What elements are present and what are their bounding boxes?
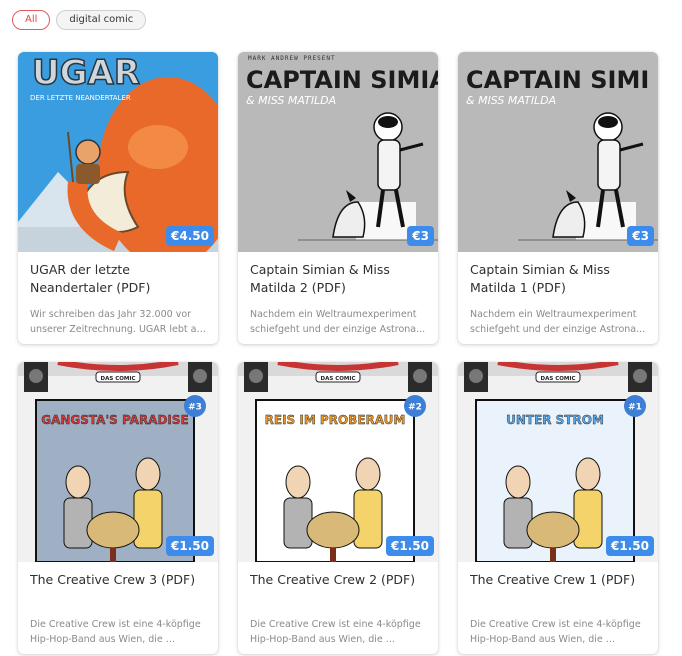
comic-cover-art: DAS COMIC #1 UNTER STROM — [458, 362, 658, 562]
product-grid: UGAR DER LETZTE NEANDERTALER €4.50 UGAR … — [18, 52, 658, 654]
product-info: Captain Simian & Miss Matilda 1 (PDF) Na… — [458, 252, 658, 337]
description-line: Nachdem ein Weltraumexperiment — [470, 309, 637, 320]
filter-bar: All digital comic — [12, 10, 147, 30]
description-line: Wir schreiben das Jahr 32.000 vor — [30, 309, 192, 320]
description-line: Die Creative Crew ist eine 4-köpfige — [30, 619, 201, 630]
filter-chip-all[interactable]: All — [12, 10, 51, 30]
product-info: The Creative Crew 3 (PDF) Die Creative C… — [18, 562, 218, 647]
svg-text:MARK ANDREW PRESENT: MARK ANDREW PRESENT — [248, 55, 336, 62]
svg-text:#1: #1 — [628, 403, 642, 413]
product-cover-image[interactable]: DAS COMIC #2 REIS IM PROBERAUM €1.50 — [238, 362, 438, 562]
svg-text:DAS COMIC: DAS COMIC — [541, 376, 576, 382]
price-badge: €1.50 — [166, 536, 214, 556]
svg-text:& MISS MATILDA: & MISS MATILDA — [246, 94, 336, 107]
product-description: Die Creative Crew ist eine 4-köpfige Hip… — [250, 617, 426, 647]
price-badge: €4.50 — [166, 226, 214, 246]
svg-text:CAPTAIN SIMIA: CAPTAIN SIMIA — [246, 66, 438, 94]
comic-cover-art: DAS COMIC #3 GANGSTA'S PARADISE — [18, 362, 218, 562]
svg-text:GANGSTA'S PARADISE: GANGSTA'S PARADISE — [41, 413, 188, 427]
svg-text:& MISS MATILDA: & MISS MATILDA — [466, 94, 556, 107]
svg-text:REIS IM PROBERAUM: REIS IM PROBERAUM — [265, 413, 406, 427]
description-line: Die Creative Crew ist eine 4-köpfige — [250, 619, 421, 630]
product-card[interactable]: MARK ANDREW PRESENT CAPTAIN SIMIA & MISS… — [238, 52, 438, 344]
product-title[interactable]: Captain Simian & Miss Matilda 1 (PDF) — [470, 261, 646, 299]
product-title[interactable]: Captain Simian & Miss Matilda 2 (PDF) — [250, 261, 426, 299]
svg-text:DAS COMIC: DAS COMIC — [321, 376, 356, 382]
price-badge: €1.50 — [606, 536, 654, 556]
product-description: Nachdem ein Weltraumexperiment schiefgeh… — [250, 307, 426, 337]
product-info: The Creative Crew 1 (PDF) Die Creative C… — [458, 562, 658, 647]
product-cover-image[interactable]: DAS COMIC #3 GANGSTA'S PARADISE €1.50 — [18, 362, 218, 562]
comic-cover-art: DAS COMIC #2 REIS IM PROBERAUM — [238, 362, 438, 562]
svg-text:CAPTAIN SIMI: CAPTAIN SIMI — [466, 66, 649, 94]
product-card[interactable]: DAS COMIC #1 UNTER STROM €1.50 The Creat… — [458, 362, 658, 654]
product-card[interactable]: DAS COMIC #3 GANGSTA'S PARADISE €1.50 Th… — [18, 362, 218, 654]
price-badge: €1.50 — [386, 536, 434, 556]
product-card[interactable]: DAS COMIC #2 REIS IM PROBERAUM €1.50 The… — [238, 362, 438, 654]
description-line: Nachdem ein Weltraumexperiment — [250, 309, 417, 320]
description-line: Hip-Hop-Band aus Wien, die ... — [30, 634, 175, 645]
product-cover-image[interactable]: DAS COMIC #1 UNTER STROM €1.50 — [458, 362, 658, 562]
description-line: unserer Zeitrechnung. UGAR lebt al... — [30, 324, 206, 335]
product-description: Nachdem ein Weltraumexperiment schiefgeh… — [470, 307, 646, 337]
product-description: Die Creative Crew ist eine 4-köpfige Hip… — [470, 617, 646, 647]
product-description: Die Creative Crew ist eine 4-köpfige Hip… — [30, 617, 206, 647]
svg-text:UGAR: UGAR — [32, 53, 140, 93]
svg-text:DER LETZTE NEANDERTALER: DER LETZTE NEANDERTALER — [30, 94, 131, 102]
description-line: Hip-Hop-Band aus Wien, die ... — [250, 634, 395, 645]
product-title[interactable]: The Creative Crew 3 (PDF) — [30, 571, 206, 609]
description-line: schiefgeht und der einzige Astrona... — [250, 324, 426, 335]
svg-text:#2: #2 — [408, 403, 422, 413]
svg-text:#3: #3 — [188, 403, 202, 413]
filter-chip-digital-comic[interactable]: digital comic — [56, 10, 147, 30]
comic-cover-art: CAPTAIN SIMI & MISS MATILDA — [458, 52, 658, 252]
product-info: Captain Simian & Miss Matilda 2 (PDF) Na… — [238, 252, 438, 337]
svg-text:DAS COMIC: DAS COMIC — [101, 376, 136, 382]
description-line: Die Creative Crew ist eine 4-köpfige — [470, 619, 641, 630]
comic-cover-art: UGAR DER LETZTE NEANDERTALER — [18, 52, 218, 252]
product-cover-image[interactable]: UGAR DER LETZTE NEANDERTALER €4.50 — [18, 52, 218, 252]
description-line: Hip-Hop-Band aus Wien, die ... — [470, 634, 615, 645]
product-info: UGAR der letzte Neandertaler (PDF) Wir s… — [18, 252, 218, 337]
price-badge: €3 — [407, 226, 434, 246]
product-card[interactable]: UGAR DER LETZTE NEANDERTALER €4.50 UGAR … — [18, 52, 218, 344]
svg-text:UNTER STROM: UNTER STROM — [506, 413, 604, 427]
product-title[interactable]: The Creative Crew 1 (PDF) — [470, 571, 646, 609]
price-badge: €3 — [627, 226, 654, 246]
description-line: schiefgeht und der einzige Astrona... — [470, 324, 646, 335]
product-description: Wir schreiben das Jahr 32.000 vor unsere… — [30, 307, 206, 337]
product-info: The Creative Crew 2 (PDF) Die Creative C… — [238, 562, 438, 647]
product-cover-image[interactable]: CAPTAIN SIMI & MISS MATILDA €3 — [458, 52, 658, 252]
product-card[interactable]: CAPTAIN SIMI & MISS MATILDA €3 Captain S… — [458, 52, 658, 344]
product-title[interactable]: The Creative Crew 2 (PDF) — [250, 571, 426, 609]
product-cover-image[interactable]: MARK ANDREW PRESENT CAPTAIN SIMIA & MISS… — [238, 52, 438, 252]
product-title[interactable]: UGAR der letzte Neandertaler (PDF) — [30, 261, 206, 299]
comic-cover-art: MARK ANDREW PRESENT CAPTAIN SIMIA & MISS… — [238, 52, 438, 252]
